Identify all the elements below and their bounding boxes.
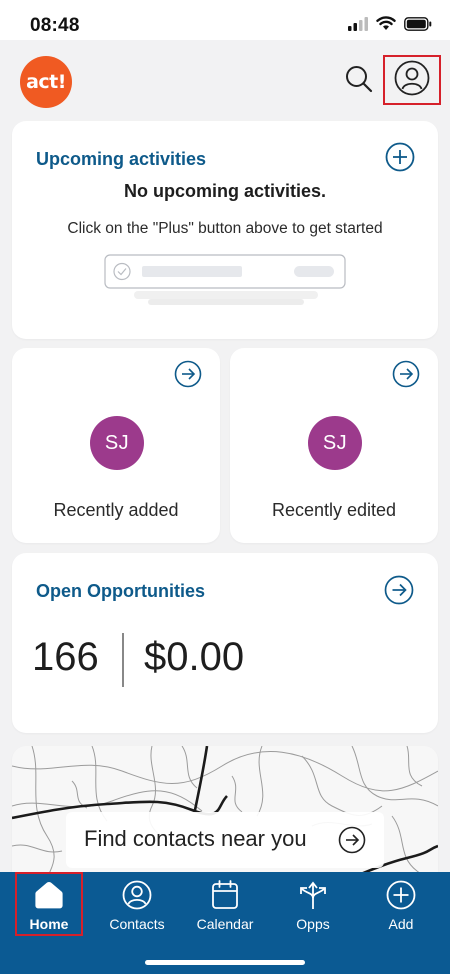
find-contacts-label: Find contacts near you [84, 826, 307, 851]
battery-icon [404, 16, 432, 36]
tab-add[interactable]: Add [367, 880, 435, 940]
arrow-right-circle-icon [392, 360, 420, 393]
tab-home[interactable]: Home [15, 872, 83, 936]
logo-text: act! [26, 71, 66, 93]
recently-edited-card[interactable]: SJ Recently edited [230, 348, 438, 543]
map-card[interactable]: Find contacts near you [12, 746, 438, 886]
wifi-icon [376, 16, 396, 36]
empty-state-title: No upcoming activities. [123, 181, 327, 201]
arrow-right-circle-icon [174, 360, 202, 393]
signal-icon [348, 16, 368, 36]
opportunities-amount: $0.00 [144, 635, 245, 679]
home-icon [34, 880, 64, 910]
recently-added-card[interactable]: SJ Recently added [12, 348, 220, 543]
act-logo[interactable]: act! [20, 56, 72, 108]
avatar: SJ [308, 416, 362, 470]
recently-edited-label: Recently edited [271, 500, 397, 520]
app-header: act! [0, 40, 450, 120]
recently-edited-arrow-button[interactable] [392, 360, 420, 393]
opportunities-count: 166 [32, 635, 99, 679]
user-profile-icon [394, 60, 430, 101]
tab-calendar-label: Calendar [196, 916, 254, 932]
open-opportunities-card[interactable]: Open Opportunities 166 $0.00 [12, 553, 438, 733]
divider [122, 633, 124, 687]
bottom-tab-bar: Home Contacts Calendar Opps Add [0, 872, 450, 974]
search-button[interactable] [340, 62, 378, 100]
status-time: 08:48 [30, 15, 80, 36]
arrow-right-circle-icon [384, 575, 414, 610]
open-opportunities-title: Open Opportunities [36, 581, 205, 601]
upcoming-activities-title: Upcoming activities [36, 149, 207, 169]
search-icon [344, 64, 374, 99]
add-icon [386, 880, 416, 910]
avatar: SJ [90, 416, 144, 470]
tab-add-label: Add [388, 916, 414, 932]
upcoming-activities-card: Upcoming activities No upcoming activiti… [12, 121, 438, 339]
home-indicator [145, 960, 305, 965]
tab-opps[interactable]: Opps [279, 880, 347, 940]
profile-button[interactable] [383, 55, 441, 105]
recently-added-arrow-button[interactable] [174, 360, 202, 393]
tab-contacts-label: Contacts [109, 916, 165, 932]
opps-icon [298, 880, 328, 910]
recently-added-label: Recently added [53, 500, 179, 520]
tab-home-label: Home [29, 916, 69, 932]
open-opportunities-arrow-button[interactable] [384, 575, 414, 610]
empty-state-subtitle: Click on the "Plus" button above to get … [67, 220, 383, 237]
find-contacts-button[interactable]: Find contacts near you [66, 812, 384, 868]
calendar-icon [210, 880, 240, 910]
tab-calendar[interactable]: Calendar [191, 880, 259, 940]
contacts-icon [122, 880, 152, 910]
arrow-right-circle-icon [338, 826, 366, 854]
add-activity-button[interactable] [384, 142, 416, 177]
app-screen: 08:48 act! Upcoming activities No upcomi… [0, 0, 450, 974]
tab-opps-label: Opps [296, 916, 330, 932]
plus-circle-icon [385, 142, 415, 177]
empty-state-illustration [104, 253, 348, 313]
tab-contacts[interactable]: Contacts [103, 880, 171, 940]
status-icons [348, 16, 432, 36]
